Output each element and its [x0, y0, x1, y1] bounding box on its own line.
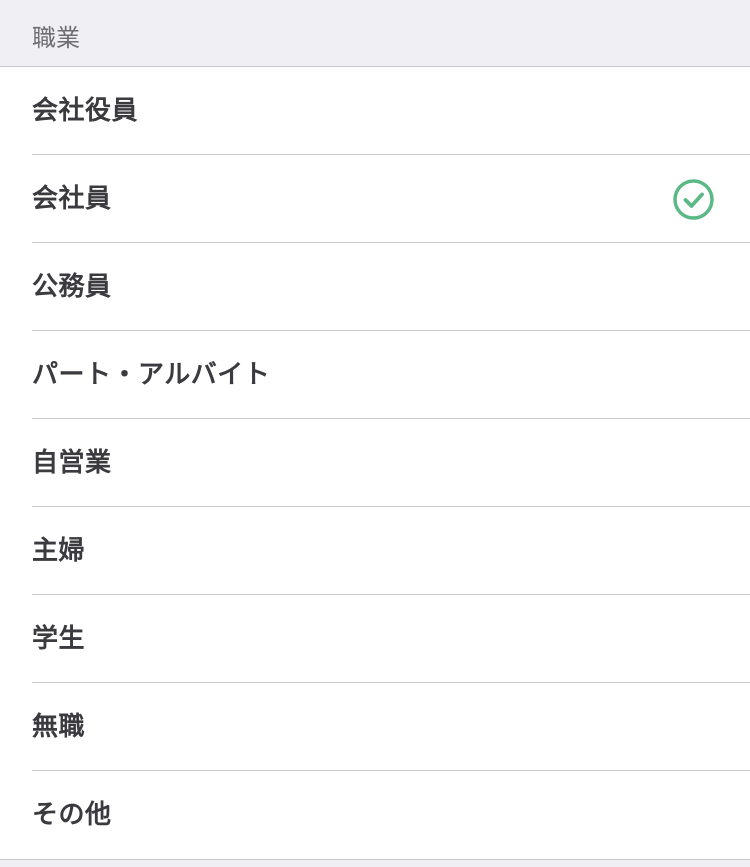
occupation-option-part-time[interactable]: パート・アルバイト: [0, 331, 750, 419]
option-label: その他: [32, 800, 112, 830]
occupation-option-unemployed[interactable]: 無職: [0, 683, 750, 771]
option-label: 会社員: [32, 184, 112, 214]
occupation-option-company-employee[interactable]: 会社員: [0, 155, 750, 243]
occupation-option-other[interactable]: その他: [0, 771, 750, 859]
option-label: 自営業: [32, 448, 112, 478]
occupation-option-homemaker[interactable]: 主婦: [0, 507, 750, 595]
occupation-option-civil-servant[interactable]: 公務員: [0, 243, 750, 331]
section-header: 職業: [0, 0, 750, 67]
option-label: 公務員: [32, 272, 112, 302]
option-label: 無職: [32, 712, 86, 742]
occupation-option-self-employed[interactable]: 自営業: [0, 419, 750, 507]
option-label: 主婦: [32, 536, 86, 566]
option-label: 会社役員: [32, 96, 139, 126]
occupation-option-student[interactable]: 学生: [0, 595, 750, 683]
section-header-title: 職業: [32, 24, 80, 52]
occupation-option-company-executive[interactable]: 会社役員: [0, 67, 750, 155]
option-label: 学生: [32, 624, 86, 654]
occupation-picker-screen: 職業 会社役員 会社員 公務員 パート・アルバイト 自営業 主婦 学生 無職 そ…: [0, 0, 750, 867]
option-label: パート・アルバイト: [32, 360, 271, 390]
check-circle-icon: [673, 179, 714, 220]
occupation-list: 会社役員 会社員 公務員 パート・アルバイト 自営業 主婦 学生 無職 その他: [0, 67, 750, 860]
